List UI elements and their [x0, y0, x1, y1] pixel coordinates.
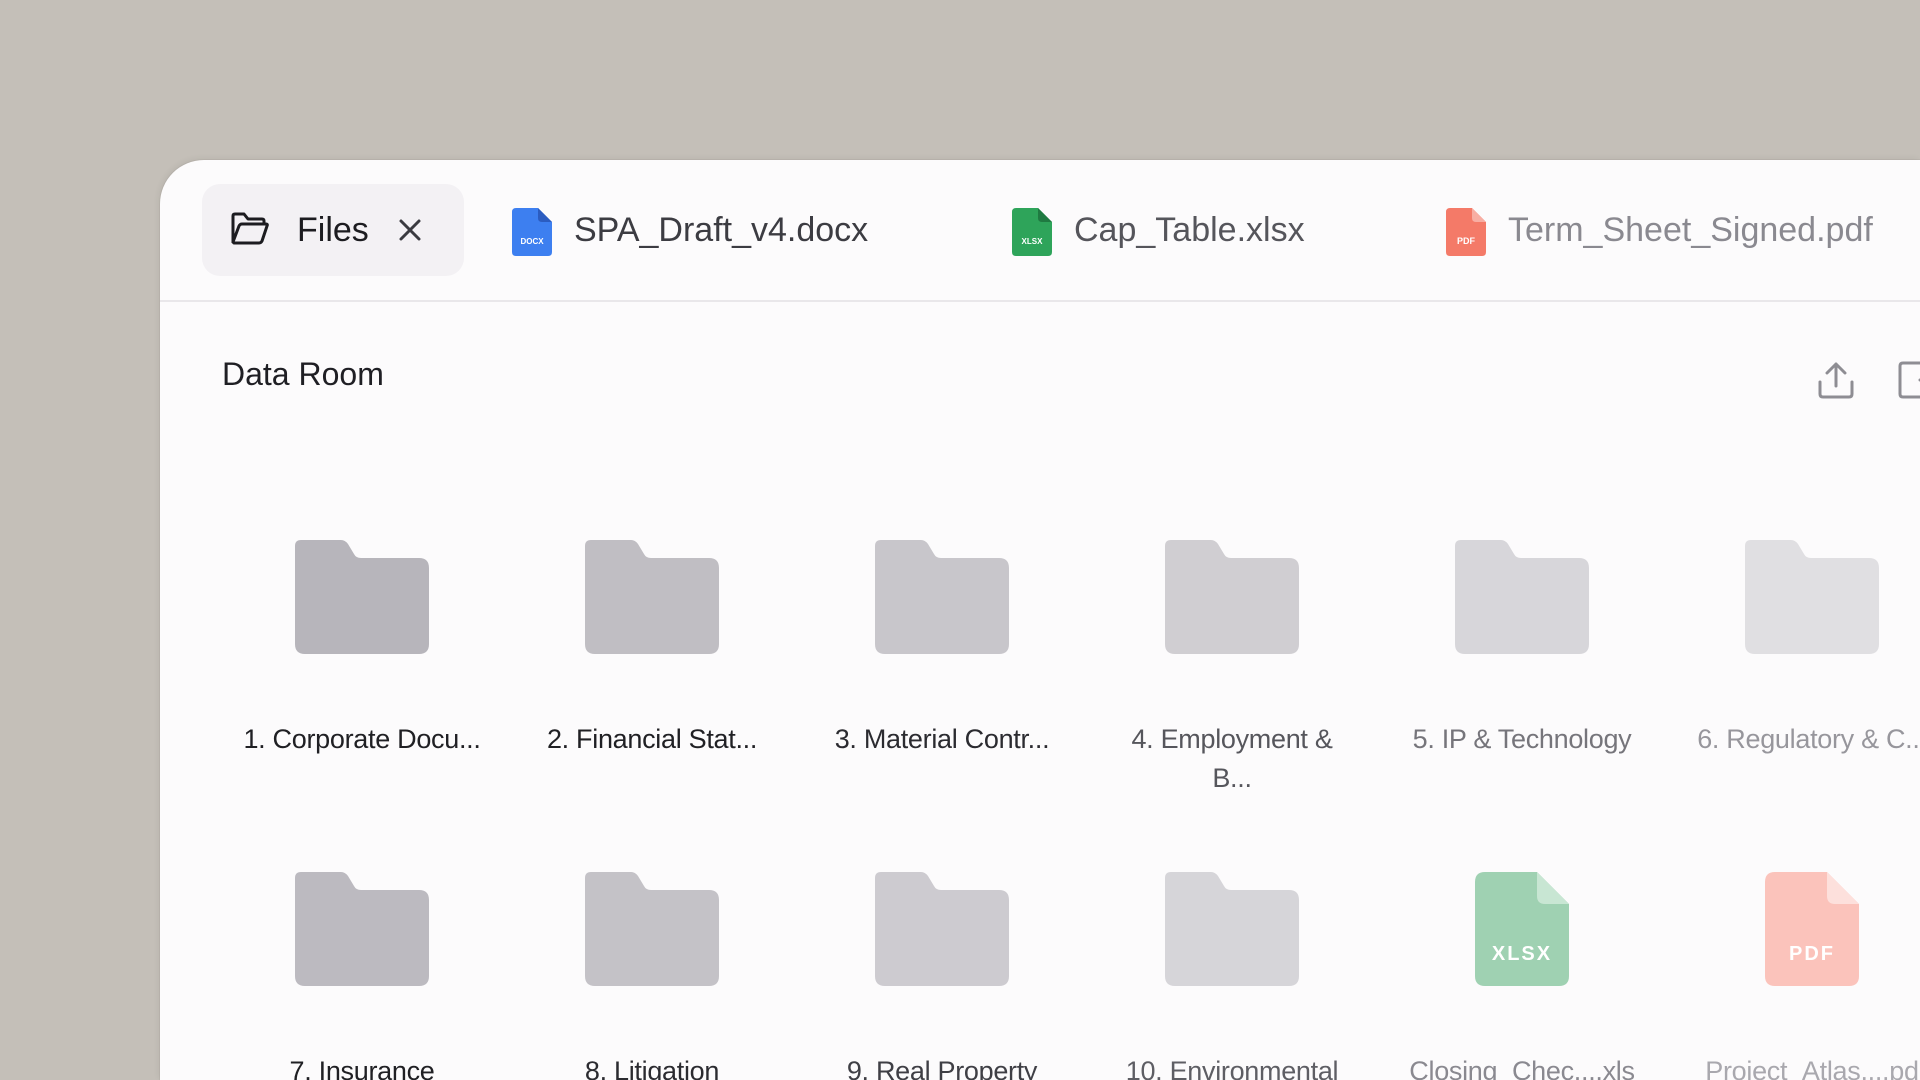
- folder-icon: [1455, 540, 1589, 654]
- folder-item[interactable]: 9. Real Property: [822, 872, 1062, 1080]
- item-label: 9. Real Property: [846, 1056, 1038, 1080]
- folder-open-icon: [231, 212, 269, 245]
- folder-icon: [585, 540, 719, 654]
- pdf-badge: PDF: [1789, 943, 1835, 965]
- pdf-file-icon: PDF: [1446, 208, 1486, 256]
- tab-label: Term_Sheet_Signed.pdf: [1508, 211, 1873, 249]
- folder-icon: [295, 540, 429, 654]
- folder-item[interactable]: 4. Employment & B...: [1112, 540, 1352, 798]
- file-item[interactable]: XLSX Closing_Chec....xls: [1402, 872, 1642, 1080]
- item-label: 10. Environmental: [1125, 1056, 1339, 1080]
- item-label: 5. IP & Technology: [1412, 724, 1632, 754]
- tab-bar: Files DOCX SPA_Draft_v4.docx XLSX Cap_Ta…: [160, 160, 1920, 302]
- item-label: 7. Insurance: [289, 1056, 435, 1080]
- folder-icon: [1165, 872, 1299, 986]
- upload-icon[interactable]: [1814, 358, 1858, 402]
- page-title: Data Room: [222, 356, 384, 392]
- xlsx-badge: XLSX: [1022, 237, 1044, 246]
- tab-files-label: Files: [297, 211, 369, 249]
- xlsx-badge: XLSX: [1492, 943, 1552, 965]
- pdf-badge: PDF: [1457, 236, 1476, 246]
- folder-icon: [295, 872, 429, 986]
- tab-label: SPA_Draft_v4.docx: [574, 211, 869, 249]
- close-icon[interactable]: [396, 216, 424, 244]
- tab-term-sheet[interactable]: PDF Term_Sheet_Signed.pdf: [1434, 184, 1914, 276]
- folder-item[interactable]: 2. Financial Stat...: [532, 540, 772, 759]
- tab-label: Cap_Table.xlsx: [1074, 211, 1305, 249]
- folder-item[interactable]: 3. Material Contr...: [822, 540, 1062, 759]
- tab-cap-table[interactable]: XLSX Cap_Table.xlsx: [1000, 184, 1380, 276]
- item-label: 6. Regulatory & C...: [1697, 724, 1920, 754]
- folder-item[interactable]: 7. Insurance: [242, 872, 482, 1080]
- new-file-icon[interactable]: [1894, 358, 1920, 402]
- docx-badge: DOCX: [520, 237, 544, 246]
- item-label: 2. Financial Stat...: [546, 724, 758, 754]
- app-window: Files DOCX SPA_Draft_v4.docx XLSX Cap_Ta…: [160, 160, 1920, 1080]
- item-label: 3. Material Contr...: [834, 724, 1050, 754]
- folder-item[interactable]: 1. Corporate Docu...: [242, 540, 482, 759]
- folder-icon: [1165, 540, 1299, 654]
- folder-item[interactable]: 8. Litigation: [532, 872, 772, 1080]
- folder-item[interactable]: 5. IP & Technology: [1402, 540, 1642, 759]
- folder-item[interactable]: 6. Regulatory & C...: [1692, 540, 1920, 759]
- tab-files[interactable]: Files: [202, 184, 464, 276]
- file-item[interactable]: PDF Project_Atlas....pd: [1692, 872, 1920, 1080]
- folder-item[interactable]: 10. Environmental: [1112, 872, 1352, 1080]
- item-label: 8. Litigation: [584, 1056, 720, 1080]
- item-label: 4. Employment & B...: [1131, 724, 1333, 793]
- item-label: Project_Atlas....pd: [1705, 1056, 1919, 1080]
- item-label: 1. Corporate Docu...: [243, 724, 481, 754]
- pdf-file-icon: PDF: [1765, 872, 1859, 986]
- folder-icon: [1745, 540, 1879, 654]
- item-label: Closing_Chec....xls: [1409, 1056, 1635, 1080]
- xlsx-file-icon: XLSX: [1012, 208, 1052, 256]
- folder-icon: [875, 872, 1009, 986]
- tab-spa-draft[interactable]: DOCX SPA_Draft_v4.docx: [500, 184, 900, 276]
- docx-file-icon: DOCX: [512, 208, 552, 256]
- folder-icon: [585, 872, 719, 986]
- xlsx-file-icon: XLSX: [1475, 872, 1569, 986]
- folder-icon: [875, 540, 1009, 654]
